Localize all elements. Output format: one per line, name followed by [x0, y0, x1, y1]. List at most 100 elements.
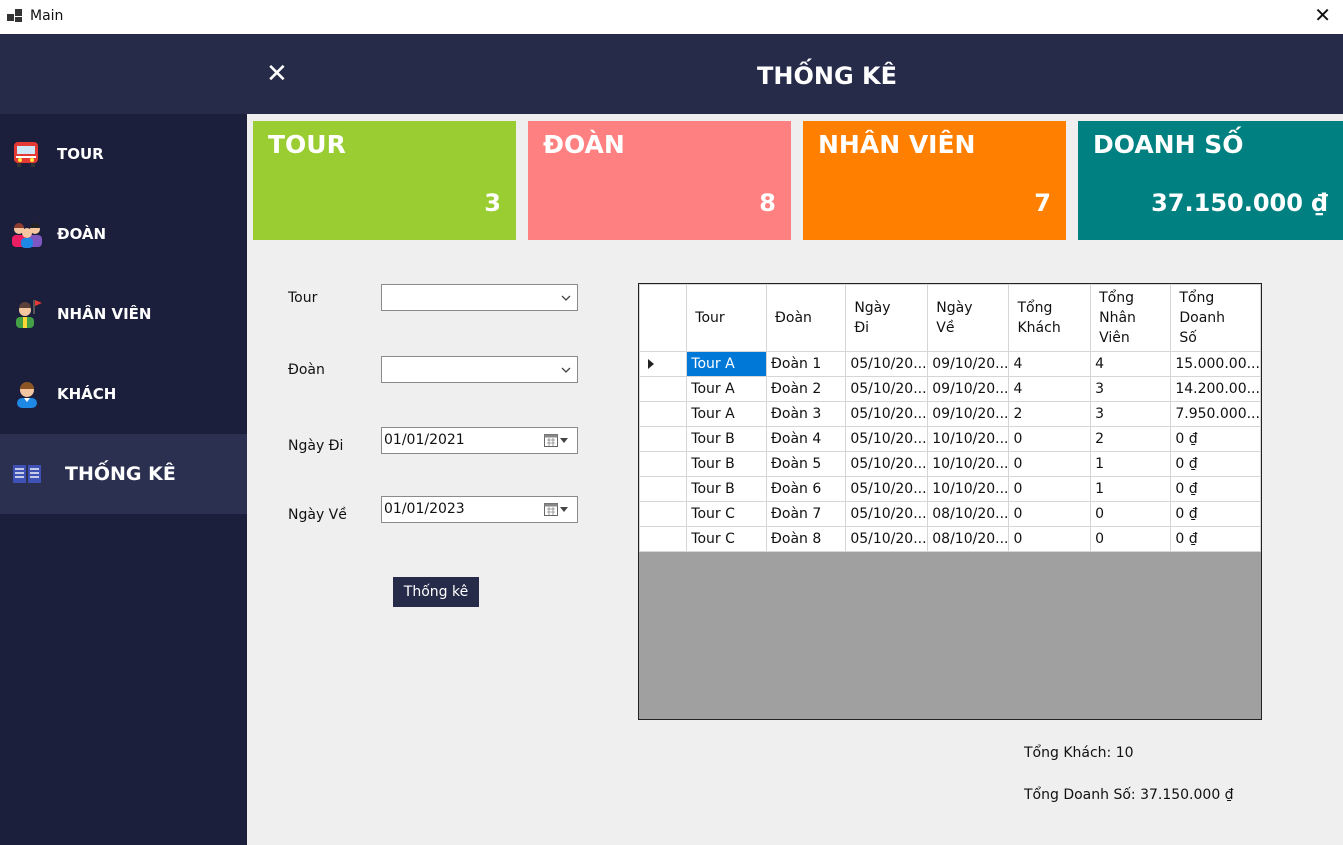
table-cell[interactable]: 0 ₫ — [1170, 476, 1261, 502]
sidebar-item-tour[interactable]: TOUR — [0, 114, 247, 194]
table-cell[interactable]: 10/10/20... — [927, 426, 1010, 452]
table-cell[interactable]: 05/10/20... — [845, 476, 929, 502]
row-header[interactable] — [639, 401, 688, 427]
ngay-ve-datepicker[interactable]: 01/01/2023 — [381, 496, 578, 523]
current-row-arrow-icon — [648, 359, 654, 369]
column-header[interactable]: Đoàn — [766, 284, 847, 352]
table-row[interactable]: Tour B Đoàn 6 05/10/20... 10/10/20... 0 1 0 ₫ — [639, 476, 1261, 502]
calendar-icon[interactable] — [544, 502, 570, 516]
table-cell[interactable]: 05/10/20... — [845, 501, 929, 527]
thong-ke-button[interactable]: Thống kê — [393, 577, 479, 607]
table-cell[interactable]: 0 — [1090, 501, 1172, 527]
table-cell[interactable]: 0 — [1008, 476, 1092, 502]
ngay-di-datepicker[interactable]: 01/01/2021 — [381, 427, 578, 454]
table-cell[interactable]: 2 — [1090, 426, 1172, 452]
calendar-icon[interactable] — [544, 433, 570, 447]
tour-select[interactable] — [381, 284, 578, 311]
table-cell[interactable]: 10/10/20... — [927, 476, 1010, 502]
doan-label: Đoàn — [288, 362, 325, 378]
table-cell[interactable]: 05/10/20... — [845, 426, 929, 452]
table-cell[interactable]: 4 — [1008, 351, 1092, 377]
table-cell[interactable]: 05/10/20... — [845, 451, 929, 477]
stat-card-title: TOUR — [268, 130, 346, 159]
table-cell[interactable]: 08/10/20... — [927, 526, 1010, 552]
doan-select[interactable] — [381, 356, 578, 383]
table-cell[interactable]: 05/10/20... — [845, 401, 929, 427]
table-cell[interactable]: Tour B — [686, 451, 768, 477]
table-row[interactable]: Tour A Đoàn 3 05/10/20... 09/10/20... 2 3 7.95… — [639, 401, 1261, 427]
table-cell[interactable]: 0 — [1008, 526, 1092, 552]
row-header[interactable] — [639, 501, 688, 527]
table-cell[interactable]: 0 — [1090, 526, 1172, 552]
table-cell[interactable]: Đoàn 8 — [766, 526, 847, 552]
table-cell[interactable]: 3 — [1090, 401, 1172, 427]
column-header[interactable]: Tổng Nhân Viên — [1090, 284, 1172, 352]
stat-card-value: 7 — [1034, 189, 1051, 217]
table-cell[interactable]: 05/10/20... — [845, 351, 929, 377]
row-header[interactable] — [639, 426, 688, 452]
table-row[interactable]: Tour B Đoàn 4 05/10/20... 10/10/20... 0 2 0 ₫ — [639, 426, 1261, 452]
table-cell[interactable]: 0 — [1008, 451, 1092, 477]
row-header[interactable] — [639, 526, 688, 552]
table-row[interactable]: Tour A Đoàn 1 05/10/20... 09/10/20... 4 4 15.0… — [639, 351, 1261, 377]
table-cell[interactable]: 15.000.00... — [1170, 351, 1261, 377]
table-cell[interactable]: Đoàn 6 — [766, 476, 847, 502]
table-cell[interactable]: 09/10/20... — [927, 351, 1010, 377]
table-cell[interactable]: Tour A — [686, 351, 768, 377]
column-header[interactable]: Tổng Khách — [1008, 284, 1092, 352]
table-cell[interactable]: 4 — [1090, 351, 1172, 377]
table-cell[interactable]: 0 ₫ — [1170, 426, 1261, 452]
sidebar-item-doan[interactable]: ĐOÀN — [0, 194, 247, 274]
table-cell[interactable]: Đoàn 3 — [766, 401, 847, 427]
table-cell[interactable]: Tour C — [686, 526, 768, 552]
table-cell[interactable]: 05/10/20... — [845, 376, 929, 402]
table-row[interactable]: Tour A Đoàn 2 05/10/20... 09/10/20... 4 3 14.2… — [639, 376, 1261, 402]
table-cell[interactable]: 09/10/20... — [927, 401, 1010, 427]
table-cell[interactable]: 09/10/20... — [927, 376, 1010, 402]
window-close-icon[interactable]: ✕ — [1314, 5, 1331, 25]
table-cell[interactable]: 0 — [1008, 501, 1092, 527]
table-row[interactable]: Tour C Đoàn 8 05/10/20... 08/10/20... 0 0 0 ₫ — [639, 526, 1261, 552]
table-cell[interactable]: 1 — [1090, 451, 1172, 477]
table-cell[interactable]: 14.200.00... — [1170, 376, 1261, 402]
table-cell[interactable]: 0 ₫ — [1170, 451, 1261, 477]
table-cell[interactable]: 10/10/20... — [927, 451, 1010, 477]
sidebar-item-label: KHÁCH — [57, 385, 117, 403]
table-cell[interactable]: 0 — [1008, 426, 1092, 452]
table-cell[interactable]: 7.950.000... — [1170, 401, 1261, 427]
table-row[interactable]: Tour B Đoàn 5 05/10/20... 10/10/20... 0 1 0 ₫ — [639, 451, 1261, 477]
sidebar-item-khach[interactable]: KHÁCH — [0, 354, 247, 434]
table-cell[interactable]: 0 ₫ — [1170, 526, 1261, 552]
column-header[interactable]: Ngày Đi — [845, 284, 929, 352]
table-row[interactable]: Tour C Đoàn 7 05/10/20... 08/10/20... 0 0 0 ₫ — [639, 501, 1261, 527]
table-cell[interactable]: 08/10/20... — [927, 501, 1010, 527]
table-cell[interactable]: Tour B — [686, 476, 768, 502]
row-header[interactable] — [639, 476, 688, 502]
column-header[interactable]: Tổng Doanh Số — [1170, 284, 1261, 352]
column-header[interactable]: Ngày Về — [927, 284, 1010, 352]
column-header[interactable]: Tour — [686, 284, 768, 352]
table-cell[interactable]: 2 — [1008, 401, 1092, 427]
table-cell[interactable]: Đoàn 7 — [766, 501, 847, 527]
stat-card-tour: TOUR 3 — [253, 121, 516, 240]
table-cell[interactable]: Tour A — [686, 376, 768, 402]
table-cell[interactable]: Đoàn 1 — [766, 351, 847, 377]
row-header[interactable] — [639, 376, 688, 402]
row-header[interactable] — [639, 451, 688, 477]
table-cell[interactable]: Tour B — [686, 426, 768, 452]
stat-card-title: DOANH SỐ — [1093, 130, 1244, 159]
table-cell[interactable]: Đoàn 5 — [766, 451, 847, 477]
table-cell[interactable]: 0 ₫ — [1170, 501, 1261, 527]
row-header[interactable] — [639, 351, 688, 377]
statistics-grid[interactable]: Tour Đoàn Ngày Đi Ngày Về Tổng Khách Tổn… — [638, 283, 1262, 720]
sidebar-item-nhan-vien[interactable]: NHÂN VIÊN — [0, 274, 247, 354]
table-cell[interactable]: 3 — [1090, 376, 1172, 402]
table-cell[interactable]: 05/10/20... — [845, 526, 929, 552]
table-cell[interactable]: 1 — [1090, 476, 1172, 502]
table-cell[interactable]: Tour A — [686, 401, 768, 427]
table-cell[interactable]: Đoàn 2 — [766, 376, 847, 402]
table-cell[interactable]: 4 — [1008, 376, 1092, 402]
table-cell[interactable]: Đoàn 4 — [766, 426, 847, 452]
table-cell[interactable]: Tour C — [686, 501, 768, 527]
sidebar-item-thong-ke[interactable]: THỐNG KÊ — [0, 434, 247, 514]
